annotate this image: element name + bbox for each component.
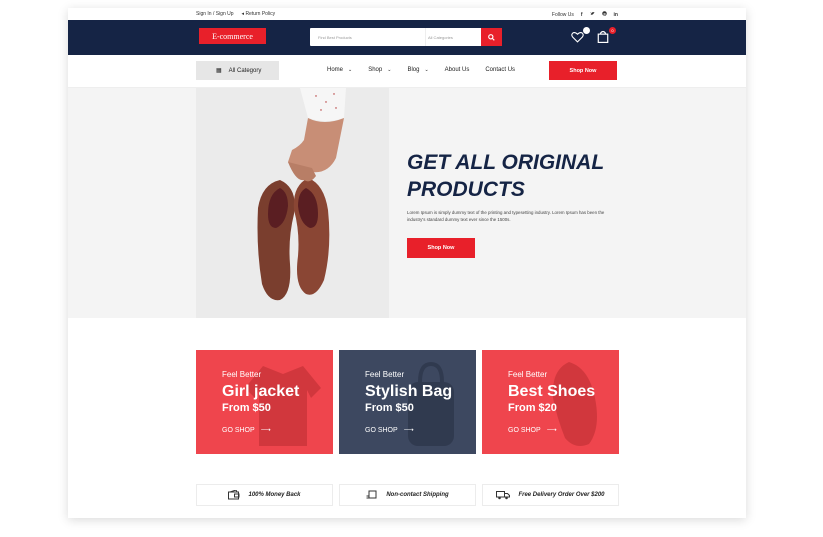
wishlist-badge (583, 27, 590, 34)
features-bar: 100% Money Back Non-contact Shipping Fre… (196, 484, 619, 506)
twitter-icon[interactable] (590, 11, 595, 18)
nav-item-about[interactable]: About Us (445, 67, 470, 73)
follow-us-label: Follow Us (551, 11, 574, 18)
signin-link[interactable]: Sign In / Sign Up (196, 11, 234, 17)
go-shop-link[interactable]: GO SHOP ⟶ (222, 426, 271, 435)
pinterest-icon[interactable]: p (601, 11, 607, 18)
card-title: Stylish Bag (365, 383, 453, 400)
arrow-right-icon: ⟶ (403, 427, 414, 434)
logo[interactable]: E-commerce (199, 28, 266, 44)
promo-card-jacket[interactable]: Feel Better Girl jacket From $50 GO SHOP… (196, 350, 333, 454)
nav-shop-now-button[interactable]: Shop Now (549, 61, 617, 80)
wishlist-button[interactable] (571, 27, 590, 44)
go-shop-link[interactable]: GO SHOP ⟶ (365, 426, 414, 435)
card-title: Girl jacket (222, 383, 300, 400)
card-pretitle: Feel Better (508, 370, 548, 379)
go-shop-label: GO SHOP (508, 426, 541, 434)
megaphone-icon: ◂ (241, 11, 245, 17)
card-title: Best Shoes (508, 383, 596, 400)
nav-blog-label: Blog (407, 67, 420, 73)
wallet-icon (228, 490, 240, 500)
cart-badge: 0 (609, 27, 616, 34)
category-select-label: All Categories (428, 34, 453, 40)
card-pretitle: Feel Better (222, 370, 262, 379)
cart-button[interactable]: 0 (597, 27, 616, 44)
nav-item-contact[interactable]: Contact Us (485, 67, 515, 73)
promo-card-bag[interactable]: Feel Better Stylish Bag From $50 GO SHOP… (339, 350, 476, 454)
search-input[interactable]: Find Best Products (310, 28, 425, 46)
feature-label: Free Delivery Order Over $200 (518, 492, 605, 498)
hero-shop-now-button[interactable]: Shop Now (407, 238, 475, 258)
hero-title-line1: GET ALL ORIGINAL (407, 151, 605, 174)
hero-image (196, 88, 389, 318)
chevron-down-icon: ⌄ (424, 67, 429, 73)
linkedin-icon[interactable]: in (614, 12, 618, 18)
search-button[interactable] (481, 28, 502, 46)
main-nav: ▦ All Category Home ⌄ Shop ⌄ Blog ⌄ About U… (68, 55, 746, 88)
nav-home-label: Home (327, 67, 344, 73)
nav-shop-label: Shop (368, 67, 383, 73)
grid-icon: ▦ (216, 68, 222, 74)
nav-item-shop[interactable]: Shop ⌄ (368, 67, 391, 73)
hero-description: Lorem Ipsum is simply dummy text of the … (407, 210, 605, 222)
return-policy-link[interactable]: ◂ Return Policy (242, 11, 276, 17)
page-frame: Sign In / Sign Up ◂ Return Policy Follow… (68, 8, 746, 518)
category-select[interactable]: All Categories (425, 28, 481, 46)
go-shop-link[interactable]: GO SHOP ⟶ (508, 426, 557, 435)
feature-money-back: 100% Money Back (196, 484, 333, 506)
card-pretitle: Feel Better (365, 370, 405, 379)
card-price: From $50 (365, 402, 414, 414)
truck-icon (496, 491, 511, 500)
svg-text:p: p (603, 12, 605, 16)
feature-label: 100% Money Back (248, 492, 301, 498)
card-price: From $20 (508, 402, 557, 414)
top-bar: Sign In / Sign Up ◂ Return Policy Follow… (68, 8, 746, 20)
promo-cards: Feel Better Girl jacket From $50 GO SHOP… (196, 350, 619, 454)
search-icon (488, 33, 495, 41)
heart-icon (571, 32, 584, 43)
facebook-icon[interactable]: f (581, 12, 583, 18)
bag-icon (597, 30, 609, 43)
hero-title-line2: PRODUCTS (407, 178, 525, 201)
hero-section: GET ALL ORIGINAL PRODUCTS Lorem Ipsum is… (68, 88, 746, 318)
go-shop-label: GO SHOP (222, 426, 255, 434)
feature-label: Non-contact Shipping (386, 492, 449, 498)
card-price: From $50 (222, 402, 271, 414)
hero-title: GET ALL ORIGINAL PRODUCTS (407, 149, 657, 203)
return-policy-label: Return Policy (245, 11, 276, 17)
arrow-right-icon: ⟶ (546, 427, 557, 434)
nav-item-blog[interactable]: Blog ⌄ (407, 67, 428, 73)
promo-card-shoes[interactable]: Feel Better Best Shoes From $20 GO SHOP ⟶ (482, 350, 619, 454)
all-category-button[interactable]: ▦ All Category (196, 61, 279, 80)
search-bar: Find Best Products All Categories (310, 28, 502, 46)
feature-shipping: Non-contact Shipping (339, 484, 476, 506)
all-category-label: All Category (228, 67, 262, 74)
go-shop-label: GO SHOP (365, 426, 398, 434)
feature-free-delivery: Free Delivery Order Over $200 (482, 484, 619, 506)
chevron-down-icon: ⌄ (387, 67, 392, 73)
arrow-right-icon: ⟶ (260, 427, 271, 434)
box-icon (366, 490, 377, 499)
chevron-down-icon: ⌄ (348, 67, 353, 73)
header: E-commerce Find Best Products All Catego… (68, 20, 746, 55)
nav-item-home[interactable]: Home ⌄ (327, 67, 352, 73)
